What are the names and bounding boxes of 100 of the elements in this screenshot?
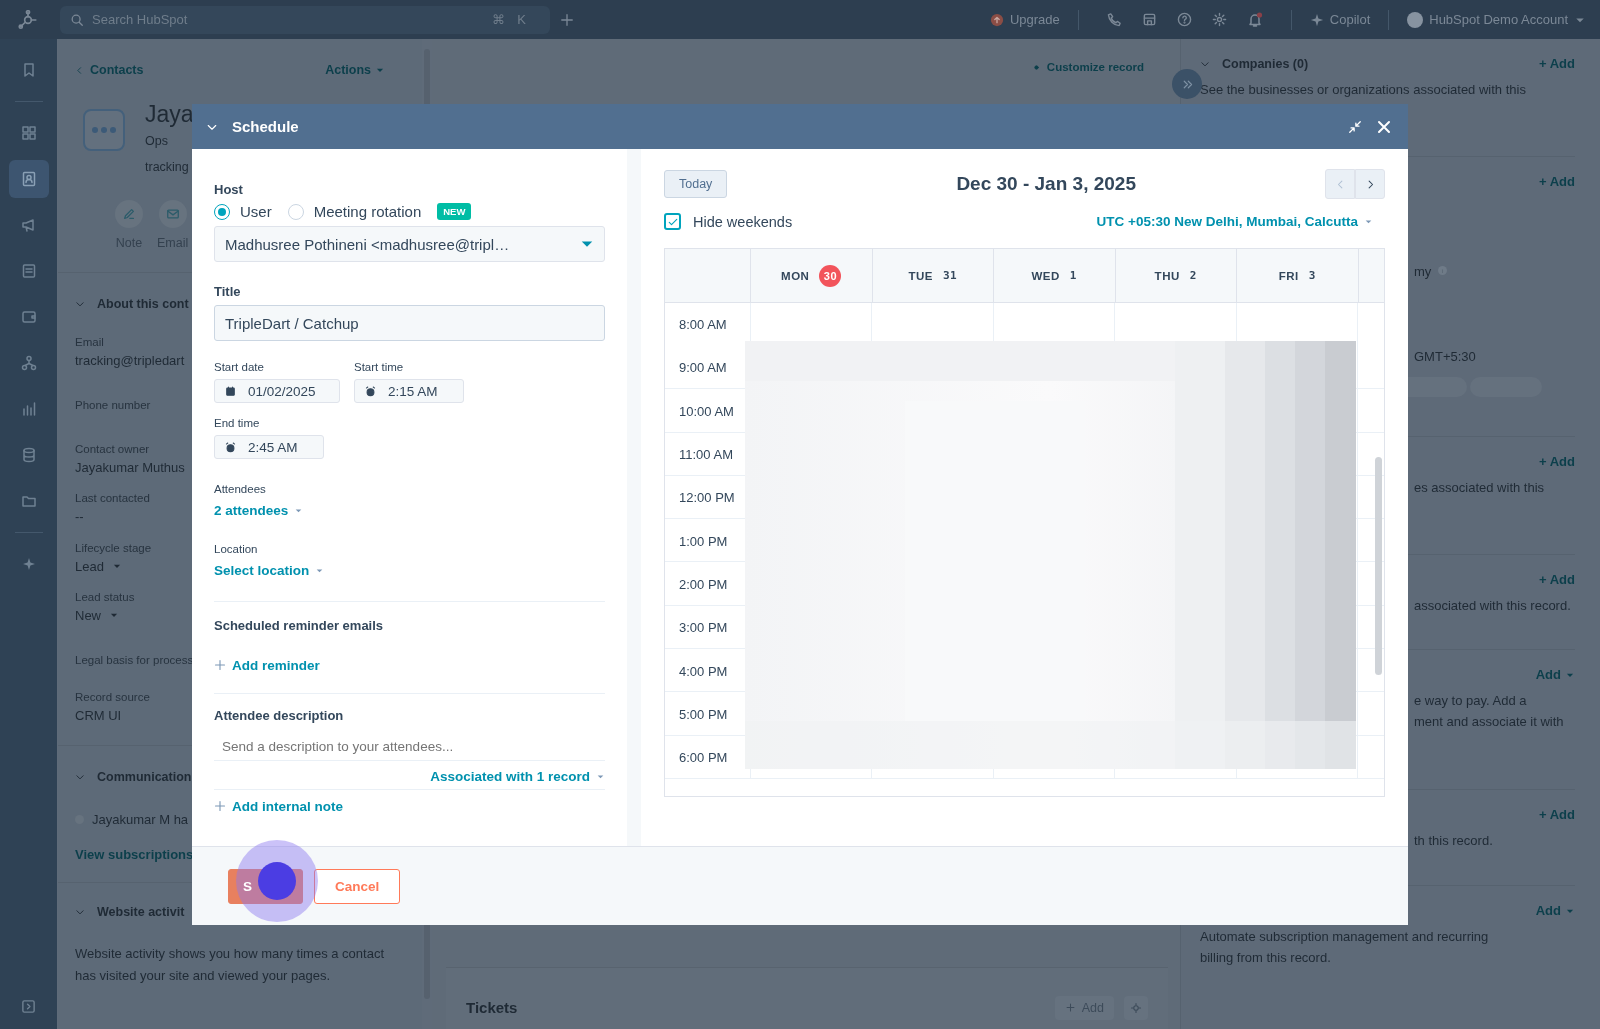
close-icon[interactable] (1376, 118, 1392, 135)
phone-icon[interactable] (1106, 12, 1122, 27)
help-icon[interactable] (1176, 12, 1192, 27)
add-reminder-link[interactable]: Add reminder (214, 657, 320, 673)
job-title: Ops (145, 134, 169, 148)
expand-icon[interactable] (21, 998, 36, 1014)
add-link[interactable]: + Add (1539, 454, 1575, 469)
field-value[interactable]: Lead (75, 559, 122, 574)
field-label: Title (214, 284, 242, 299)
day-name: TUE (908, 269, 933, 282)
upgrade-button[interactable]: Upgrade (989, 12, 1060, 27)
title-input[interactable]: TripleDart / Catchup (214, 305, 605, 341)
field-value: CRM UI (75, 708, 122, 723)
chart-icon (20, 401, 37, 417)
nav-item[interactable] (8, 160, 49, 198)
minimize-icon[interactable] (1348, 119, 1362, 134)
section-text: ment and associate it with (1414, 714, 1564, 729)
date-range: Dec 30 - Jan 3, 2025 (956, 173, 1136, 195)
field-label: End time (214, 417, 261, 429)
field-label: Location (214, 543, 259, 555)
time-label: 9:00 AM (679, 360, 727, 376)
calendar-icon (225, 385, 236, 397)
section-title[interactable]: Communication (97, 770, 192, 784)
field-label: Start time (354, 361, 405, 373)
day-name: FRI (1278, 269, 1299, 282)
date-field[interactable]: 01/02/2025 (214, 379, 340, 403)
add-link[interactable]: Add (1535, 903, 1575, 918)
notifications-icon[interactable] (1246, 11, 1263, 28)
chevron-down-icon (75, 772, 85, 782)
hide-weekends-checkbox[interactable]: Hide weekends (664, 213, 793, 230)
time-label: 5:00 PM (679, 706, 728, 722)
time-label: 4:00 PM (679, 663, 728, 679)
field-label: Contact owner (75, 443, 150, 455)
time-field[interactable]: 2:15 AM (354, 379, 464, 403)
section-title[interactable]: Website activit (97, 905, 185, 919)
field-label: Host (214, 182, 244, 197)
settings-button[interactable] (1124, 995, 1148, 1020)
chevron-down-icon (75, 299, 85, 309)
field-label: Email (75, 336, 104, 348)
radio-option[interactable]: Meeting rotation (287, 203, 422, 220)
dropdown-link[interactable]: 2 attendees (214, 503, 304, 518)
field-value: tracking@tripledart (75, 353, 185, 368)
logo-icon[interactable] (18, 9, 38, 30)
contact-name: Jaya (145, 101, 194, 128)
section-text: billing from this record. (1200, 950, 1331, 965)
field-label: Last contacted (75, 492, 150, 504)
customize-record-link[interactable]: Customize record (1031, 61, 1144, 73)
section-title: Scheduled reminder emails (214, 618, 385, 633)
section-title[interactable]: Companies (0) (1222, 56, 1309, 71)
today-button[interactable]: Today (664, 170, 728, 198)
modal-title: Schedule (232, 118, 300, 135)
plus-icon (214, 800, 226, 812)
day-number: 31 (942, 269, 958, 282)
time-label: 10:00 AM (679, 403, 734, 419)
caret-icon (1364, 217, 1373, 226)
radio-option[interactable]: User (214, 203, 272, 220)
host-select[interactable]: Madhusree Pothineni <madhusree@tripl… (214, 226, 605, 262)
hierarchy-icon (20, 355, 37, 371)
add-internal-note-link[interactable]: Add internal note (214, 798, 343, 814)
chevron-down-icon (75, 907, 85, 917)
contact-avatar (83, 109, 125, 151)
email-icon (165, 207, 180, 221)
copilot-button[interactable]: Copilot (1309, 12, 1371, 27)
grid-icon (20, 125, 37, 141)
add-link[interactable]: + Add (1539, 56, 1575, 71)
plus-icon[interactable] (560, 12, 574, 27)
day-name: MON (781, 269, 810, 282)
time-label: 12:00 PM (679, 490, 735, 506)
field-label: Phone number (75, 399, 151, 411)
field-value: Jayakumar Muthus (75, 460, 185, 475)
folder-icon (20, 493, 37, 509)
account-menu[interactable]: HubSpot Demo Account (1407, 11, 1586, 28)
section-text: See the businesses or organizations associated with this (1200, 82, 1526, 97)
field-value[interactable]: New (75, 608, 119, 623)
dropdown-link[interactable]: Select location (214, 563, 325, 578)
subscriptions-link[interactable]: View subscriptions (75, 847, 194, 862)
store-icon[interactable] (1141, 12, 1157, 27)
actions-menu[interactable]: Actions (325, 63, 385, 77)
add-link[interactable]: + Add (1539, 807, 1575, 822)
section-title[interactable]: About this cont (97, 297, 189, 311)
timezone-dropdown[interactable]: UTC +05:30 New Delhi, Mumbai, Calcutta (1096, 214, 1373, 229)
next-button[interactable] (1355, 169, 1385, 199)
day-number: 30 (819, 264, 842, 287)
field-label: Start date (214, 361, 265, 373)
day-name: THU (1154, 269, 1180, 282)
field-label: Lead status (75, 591, 135, 603)
cancel-button[interactable]: Cancel (314, 868, 400, 904)
add-link[interactable]: + Add (1539, 572, 1575, 587)
association-link[interactable]: Associated with 1 record (430, 769, 605, 784)
add-link[interactable]: Add (1535, 667, 1575, 682)
day-name: WED (1031, 269, 1060, 282)
database-icon (20, 447, 37, 463)
section-text: GMT+5:30 (1414, 349, 1476, 364)
time-field[interactable]: 2:45 AM (214, 435, 324, 459)
back-link[interactable]: Contacts (75, 63, 144, 77)
add-link[interactable]: + Add (1539, 174, 1575, 189)
megaphone-icon (20, 217, 37, 233)
contacts-icon (20, 171, 37, 187)
contact-email: tracking (145, 160, 190, 174)
collapse-button[interactable] (1172, 69, 1202, 99)
